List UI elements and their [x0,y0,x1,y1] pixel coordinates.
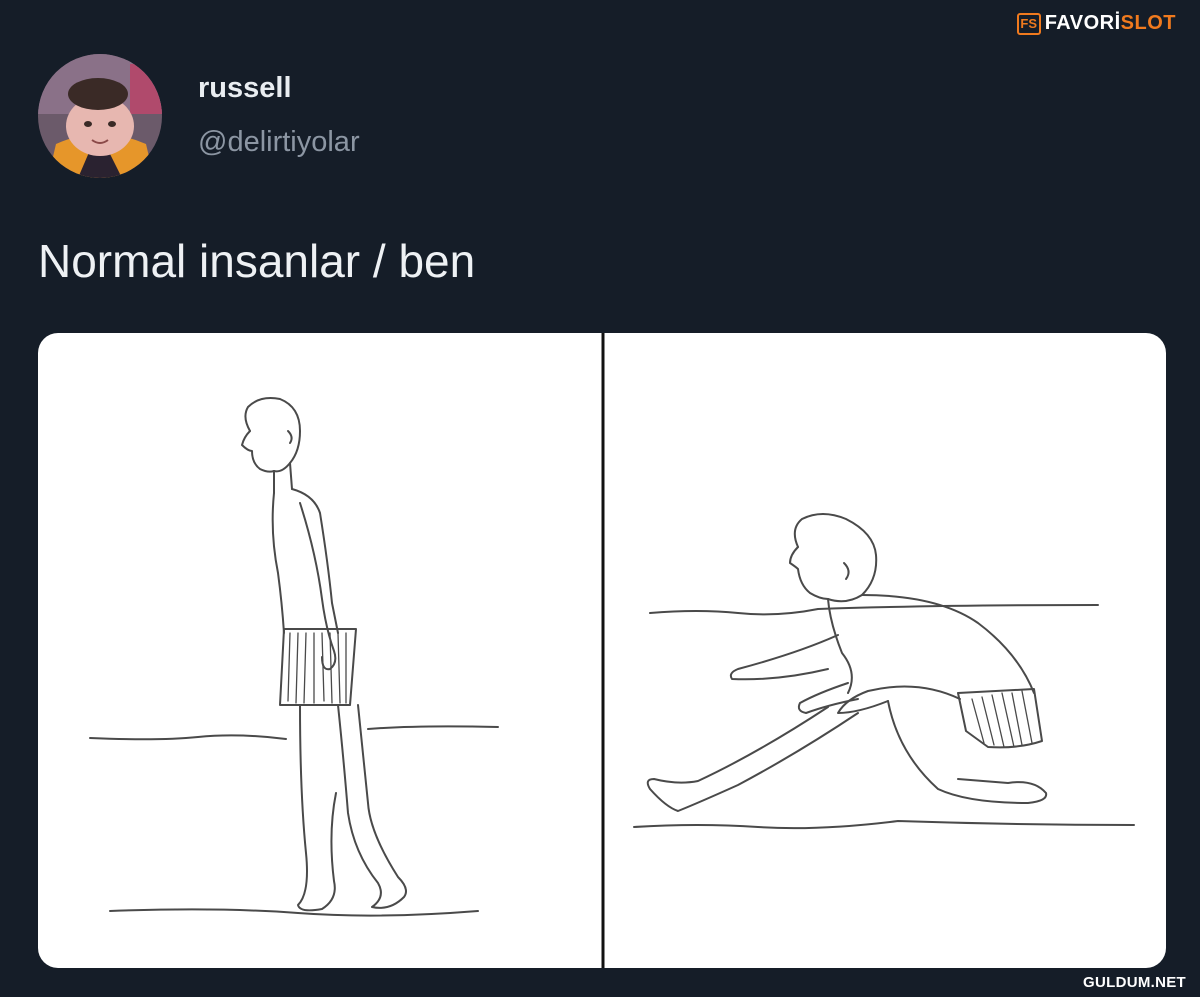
right-panel-figure [633,513,1135,830]
avatar[interactable] [38,54,162,178]
avatar-image [38,54,162,178]
comic-illustration [89,333,1135,968]
left-panel-figure [89,397,499,917]
brand-part-1: FAVORİ [1044,12,1121,34]
favorislot-brand: FAVORİSLOT [1045,12,1176,35]
guldum-watermark: GULDUM.NET [1083,974,1186,991]
favorislot-logo-icon: FS [1016,12,1041,35]
user-handle[interactable]: @delirtiyolar [198,126,360,159]
favorislot-watermark: FS FAVORİSLOT [1016,12,1176,35]
brand-part-2: SLOT [1120,12,1176,34]
user-display-name[interactable]: russell [198,72,292,105]
tweet-image[interactable] [38,333,1166,968]
tweet-text: Normal insanlar / ben [38,235,476,287]
